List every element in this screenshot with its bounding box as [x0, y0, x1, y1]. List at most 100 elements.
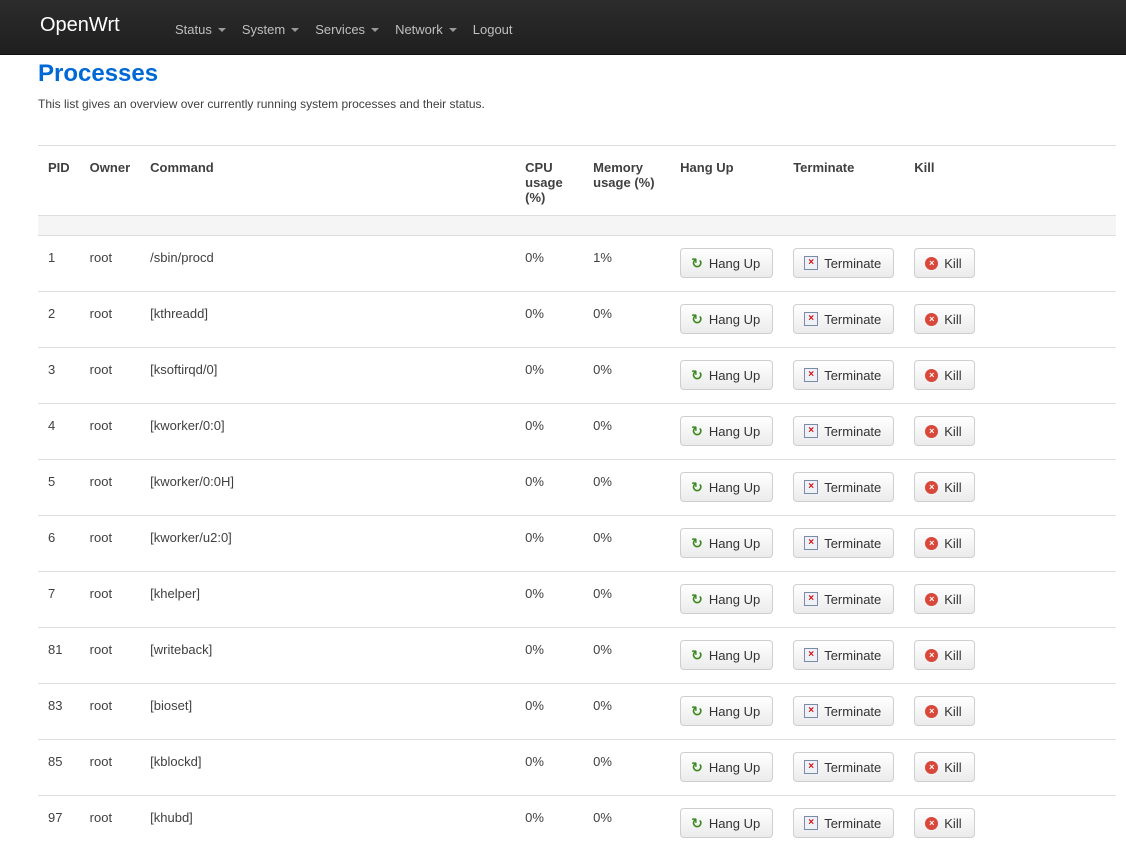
cell-cpu: 0%	[515, 459, 584, 516]
refresh-icon: ↻	[691, 534, 703, 551]
kill-button[interactable]: × Kill	[914, 640, 975, 670]
hangup-button-label: Hang Up	[708, 815, 761, 831]
kill-icon: ×	[925, 424, 939, 438]
cell-kill: × Kill	[904, 683, 1116, 740]
terminate-button[interactable]: × Terminate	[793, 528, 895, 558]
cell-pid: 6	[38, 515, 80, 572]
hangup-button[interactable]: ↻ Hang Up	[680, 360, 774, 390]
kill-button[interactable]: × Kill	[914, 472, 975, 502]
terminate-icon: ×	[804, 704, 819, 718]
cell-mem: 0%	[583, 459, 671, 516]
kill-button-label: Kill	[944, 311, 962, 327]
kill-icon: ×	[925, 256, 939, 270]
cell-hangup: ↻ Hang Up	[670, 403, 784, 460]
cell-owner: root	[79, 571, 141, 628]
header-cpu: CPU usage (%)	[525, 160, 563, 205]
cell-command: [writeback]	[140, 627, 516, 684]
nav-item-services[interactable]: Services	[315, 22, 380, 37]
terminate-button[interactable]: × Terminate	[793, 696, 895, 726]
terminate-button[interactable]: × Terminate	[793, 640, 895, 670]
terminate-button[interactable]: × Terminate	[793, 304, 895, 334]
table-row: 7 root [khelper] 0% 0% ↻ Hang Up × Terminate × Kil…	[38, 571, 1116, 628]
kill-button[interactable]: × Kill	[914, 752, 975, 782]
hangup-button[interactable]: ↻ Hang Up	[680, 304, 774, 334]
terminate-button[interactable]: × Terminate	[793, 808, 895, 838]
nav-item-system[interactable]: System	[241, 22, 300, 37]
kill-button[interactable]: × Kill	[914, 696, 975, 726]
cell-pid: 97	[38, 795, 80, 852]
kill-button-label: Kill	[944, 759, 962, 775]
hangup-button[interactable]: ↻ Hang Up	[680, 752, 774, 782]
kill-button-label: Kill	[944, 815, 962, 831]
kill-icon: ×	[925, 760, 939, 774]
kill-button[interactable]: × Kill	[914, 248, 975, 278]
terminate-button-label: Terminate	[824, 311, 882, 327]
cell-cpu: 0%	[515, 739, 584, 796]
cell-owner: root	[79, 739, 141, 796]
cell-owner: root	[79, 795, 141, 852]
terminate-button[interactable]: × Terminate	[793, 248, 895, 278]
cell-mem: 0%	[583, 627, 671, 684]
nav-item-label: Status	[175, 22, 212, 37]
terminate-button[interactable]: × Terminate	[793, 472, 895, 502]
terminate-icon: ×	[804, 760, 819, 774]
hangup-button[interactable]: ↻ Hang Up	[680, 248, 774, 278]
cell-command: [khelper]	[140, 571, 516, 628]
cell-command: [kblockd]	[140, 739, 516, 796]
terminate-button-label: Terminate	[824, 759, 882, 775]
brand-logo[interactable]: OpenWrt	[40, 14, 120, 37]
terminate-icon: ×	[804, 480, 819, 494]
cell-command: [kworker/0:0H]	[140, 459, 516, 516]
terminate-icon: ×	[804, 592, 819, 606]
hangup-button[interactable]: ↻ Hang Up	[680, 640, 774, 670]
cell-pid: 85	[38, 739, 80, 796]
cell-mem: 1%	[583, 235, 671, 292]
nav-item-label: System	[241, 22, 286, 37]
kill-button[interactable]: × Kill	[914, 416, 975, 446]
cell-mem: 0%	[583, 739, 671, 796]
hangup-button[interactable]: ↻ Hang Up	[680, 472, 774, 502]
kill-button[interactable]: × Kill	[914, 360, 975, 390]
hangup-button[interactable]: ↻ Hang Up	[680, 696, 774, 726]
nav-item-status[interactable]: Status	[175, 22, 226, 37]
hangup-button-label: Hang Up	[708, 423, 761, 439]
cell-pid: 2	[38, 291, 80, 348]
terminate-button[interactable]: × Terminate	[793, 584, 895, 614]
kill-button[interactable]: × Kill	[914, 304, 975, 334]
terminate-button[interactable]: × Terminate	[793, 752, 895, 782]
kill-icon: ×	[925, 480, 939, 494]
terminate-button[interactable]: × Terminate	[793, 360, 895, 390]
cell-mem: 0%	[583, 403, 671, 460]
hangup-button[interactable]: ↻ Hang Up	[680, 528, 774, 558]
terminate-button-label: Terminate	[824, 535, 882, 551]
cell-terminate: × Terminate	[783, 515, 905, 572]
hangup-button-label: Hang Up	[708, 255, 761, 271]
header-owner: Owner	[89, 160, 131, 175]
kill-button[interactable]: × Kill	[914, 808, 975, 838]
nav-item-label: Logout	[472, 22, 513, 37]
hangup-button[interactable]: ↻ Hang Up	[680, 808, 774, 838]
table-spacer-row	[38, 215, 1116, 236]
hangup-button[interactable]: ↻ Hang Up	[680, 416, 774, 446]
cell-pid: 7	[38, 571, 80, 628]
cell-kill: × Kill	[904, 795, 1116, 852]
cell-kill: × Kill	[904, 515, 1116, 572]
kill-button[interactable]: × Kill	[914, 584, 975, 614]
table-row: 2 root [kthreadd] 0% 0% ↻ Hang Up × Terminate × Ki…	[38, 291, 1116, 348]
kill-button[interactable]: × Kill	[914, 528, 975, 558]
header-pid: PID	[48, 160, 70, 175]
hangup-button[interactable]: ↻ Hang Up	[680, 584, 774, 614]
cell-hangup: ↻ Hang Up	[670, 571, 784, 628]
table-row: 3 root [ksoftirqd/0] 0% 0% ↻ Hang Up × Terminate…	[38, 347, 1116, 404]
terminate-icon: ×	[804, 312, 819, 326]
nav-item-logout[interactable]: Logout	[473, 22, 513, 37]
terminate-button[interactable]: × Terminate	[793, 416, 895, 446]
cell-kill: × Kill	[904, 739, 1116, 796]
kill-icon: ×	[925, 648, 939, 662]
nav-item-network[interactable]: Network	[395, 22, 457, 37]
cell-pid: 5	[38, 459, 80, 516]
terminate-button-label: Terminate	[824, 591, 882, 607]
hangup-button-label: Hang Up	[708, 759, 761, 775]
cell-owner: root	[79, 515, 141, 572]
kill-icon: ×	[925, 368, 939, 382]
